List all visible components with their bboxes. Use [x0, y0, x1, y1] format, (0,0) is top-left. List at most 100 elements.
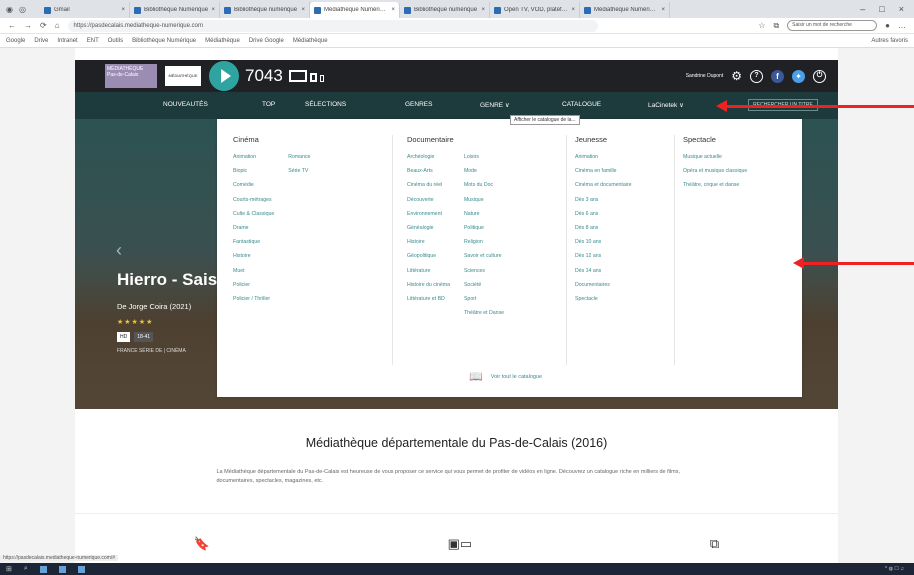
close-icon[interactable]: ×	[211, 7, 215, 13]
nav-top[interactable]: TOP	[262, 101, 275, 108]
close-icon[interactable]: ×	[571, 7, 575, 13]
menu-link[interactable]: Policier	[233, 282, 274, 288]
browser-tab[interactable]: Médiathèque Numérique ×	[580, 2, 670, 18]
menu-link[interactable]: Mode	[464, 168, 504, 174]
bookmark-item[interactable]: Bibliothèque Numérique	[132, 38, 196, 44]
menu-link[interactable]: Fantastique	[233, 239, 274, 245]
play-icon[interactable]	[209, 61, 239, 91]
bookmark-item[interactable]: ENT	[87, 38, 99, 44]
nav-lacinetek[interactable]: LaCinetek ∨	[648, 101, 684, 109]
menu-link[interactable]: Documentaires	[575, 282, 632, 288]
facebook-icon[interactable]: f	[771, 69, 784, 83]
bookmark-item[interactable]: Drive	[34, 38, 48, 44]
menu-link[interactable]: Loisirs	[464, 154, 504, 160]
search-icon[interactable]: ⌕	[24, 565, 28, 573]
menu-link[interactable]: Dès 12 ans	[575, 253, 632, 259]
menu-link[interactable]: Littérature	[407, 268, 450, 274]
user-name[interactable]: Sandrine Dupont	[686, 73, 724, 79]
menu-link[interactable]: Histoire	[407, 239, 450, 245]
browser-tab[interactable]: Gmail ×	[40, 2, 130, 18]
menu-link[interactable]: Savoir et culture	[464, 253, 504, 259]
see-full-catalog-link[interactable]: 📖 Voir tout le catalogue	[469, 370, 542, 383]
menu-link[interactable]: Découverte	[407, 197, 450, 203]
taskbar-app-icon[interactable]	[39, 565, 47, 573]
close-icon[interactable]: ×	[121, 7, 125, 13]
menu-link[interactable]: Dès 14 ans	[575, 268, 632, 274]
mediatheque-logo[interactable]: MÉDIATHÈQUE Pas-de-Calais	[105, 64, 157, 88]
menu-link[interactable]: Théâtre, cirque et danse	[683, 182, 747, 188]
menu-link[interactable]: Muet	[233, 268, 274, 274]
browser-tab[interactable]: Open TV, VOD, plateforme ×	[490, 2, 580, 18]
menu-link[interactable]: Sport	[464, 296, 504, 302]
menu-link[interactable]: Animation	[233, 154, 274, 160]
menu-link[interactable]: Théâtre et Danse	[464, 310, 504, 316]
collections-icon[interactable]: ⧉	[773, 21, 779, 31]
menu-link[interactable]: Musique	[464, 197, 504, 203]
menu-link[interactable]: Archéologie	[407, 154, 450, 160]
menu-link[interactable]: Généalogie	[407, 225, 450, 231]
menu-heading[interactable]: Cinéma	[233, 135, 392, 144]
taskbar-app-icon[interactable]	[77, 565, 85, 573]
more-icon[interactable]: …	[898, 21, 906, 30]
menu-link[interactable]: Géopolitique	[407, 253, 450, 259]
mediatheque-numerique-logo[interactable]: MÉDIATHÈQUE NUMÉRIQUE	[165, 66, 201, 98]
menu-link[interactable]: Dès 3 ans	[575, 197, 632, 203]
url-field[interactable]: https://pasdecalais.mediatheque-numeriqu…	[67, 19, 598, 32]
bookmark-item[interactable]: Médiathèque	[205, 38, 240, 44]
browser-tab[interactable]: Bibliothèque numérique ×	[220, 2, 310, 18]
nav-catalogue[interactable]: CATALOGUE	[562, 101, 601, 108]
bookmark-item[interactable]: Médiathèque	[293, 38, 328, 44]
menu-link[interactable]: Cinéma en famille	[575, 168, 632, 174]
menu-link[interactable]: Dès 8 ans	[575, 225, 632, 231]
menu-link[interactable]: Spectacle	[575, 296, 632, 302]
home-icon[interactable]: ⌂	[55, 21, 60, 30]
menu-link[interactable]: Biopic	[233, 168, 274, 174]
menu-link[interactable]: Comédie	[233, 182, 274, 188]
close-icon[interactable]: ×	[391, 7, 395, 13]
hero-title[interactable]: Hierro - Sais	[117, 270, 217, 290]
nav-nouveautes[interactable]: NOUVEAUTÉS	[163, 101, 208, 108]
nav-genre[interactable]: GENRE ∨	[480, 101, 510, 109]
taskbar-app-icon[interactable]	[58, 565, 66, 573]
carousel-prev-icon[interactable]: ‹	[116, 240, 122, 261]
maximize-icon[interactable]: □	[879, 4, 884, 14]
menu-heading[interactable]: Spectacle	[683, 135, 793, 144]
menu-link[interactable]: Histoire	[233, 253, 274, 259]
app-icon[interactable]: ◉	[6, 5, 13, 14]
logout-icon[interactable]: ⏻	[813, 69, 826, 83]
menu-link[interactable]: Dès 10 ans	[575, 239, 632, 245]
window-close-icon[interactable]: ×	[899, 4, 904, 14]
start-icon[interactable]: ⊞	[6, 565, 12, 573]
forward-icon[interactable]: →	[24, 21, 32, 30]
gear-icon[interactable]: ⚙	[731, 69, 742, 83]
menu-link[interactable]: Dès 6 ans	[575, 211, 632, 217]
bookmark-item[interactable]: Drive Google	[249, 38, 284, 44]
menu-heading[interactable]: Documentaire	[407, 135, 566, 144]
other-bookmarks[interactable]: Autres favoris	[871, 38, 914, 44]
nav-selections[interactable]: SÉLECTIONS	[305, 101, 346, 108]
bookmark-item[interactable]: Google	[6, 38, 25, 44]
menu-link[interactable]: Policier / Thriller	[233, 296, 274, 302]
close-icon[interactable]: ×	[301, 7, 305, 13]
menu-link[interactable]: Société	[464, 282, 504, 288]
close-icon[interactable]: ×	[481, 7, 485, 13]
menu-link[interactable]: Opéra et musique classique	[683, 168, 747, 174]
browser-search-input[interactable]: Saisir un mot de recherche	[787, 20, 878, 31]
help-icon[interactable]: ?	[750, 69, 763, 83]
menu-link[interactable]: Cinéma du réel	[407, 182, 450, 188]
profile-icon[interactable]: ●	[885, 21, 890, 30]
menu-link[interactable]: Courts-métrages	[233, 197, 274, 203]
menu-link[interactable]: Mots du Doc	[464, 182, 504, 188]
menu-link[interactable]: Série TV	[288, 168, 310, 174]
twitter-icon[interactable]: ✦	[792, 69, 805, 83]
close-icon[interactable]: ×	[661, 7, 665, 13]
favorite-star-icon[interactable]: ☆	[758, 21, 765, 30]
browser-tab[interactable]: Bibliothèque Numérique ×	[130, 2, 220, 18]
menu-link[interactable]: Sciences	[464, 268, 504, 274]
menu-link[interactable]: Religion	[464, 239, 504, 245]
gmail-icon[interactable]: ◎	[19, 5, 26, 14]
nav-genres[interactable]: GENRES	[405, 101, 432, 108]
menu-link[interactable]: Romance	[288, 154, 310, 160]
menu-link[interactable]: Littérature et BD	[407, 296, 450, 302]
browser-tab[interactable]: Bibliothèque numérique ×	[400, 2, 490, 18]
